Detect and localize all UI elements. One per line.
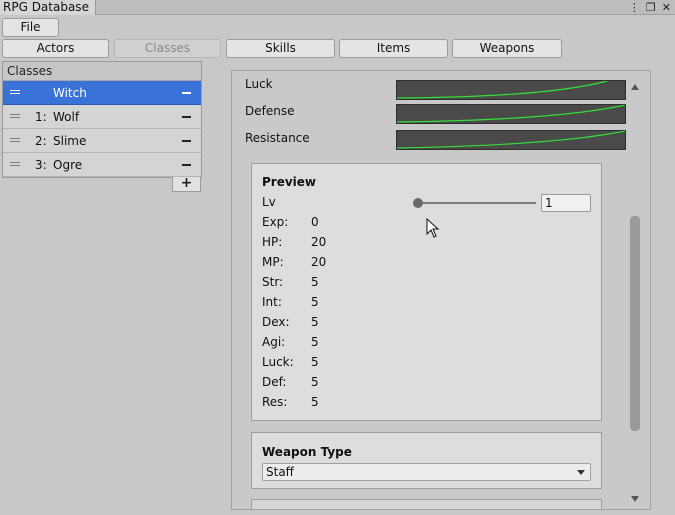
remove-icon[interactable] [182,92,191,94]
tab-items[interactable]: Items [339,39,448,58]
drag-handle-icon[interactable] [10,136,20,144]
level-slider-handle[interactable] [413,198,423,208]
param-label-defense: Defense [245,104,295,118]
stat-value: 20 [311,255,327,269]
stat-label: Dex: [262,315,290,329]
tab-weapons[interactable]: Weapons [452,39,562,58]
stat-label: Agi: [262,335,286,349]
close-icon[interactable]: ✕ [662,1,671,14]
stat-value: 5 [311,295,319,309]
stat-label: Luck: [262,355,294,369]
class-name: Slime [53,134,87,148]
stat-label: Str: [262,275,284,289]
stat-label: Int: [262,295,282,309]
file-button[interactable]: File [2,18,59,37]
level-label: Lv [262,195,276,209]
scroll-up-icon[interactable] [631,84,639,90]
class-list-item-witch[interactable]: Witch [3,81,201,105]
tab-classes[interactable]: Classes [114,39,221,58]
curve-field-defense[interactable] [396,104,626,124]
maximize-icon[interactable]: ❐ [646,1,656,14]
level-input[interactable]: 1 [541,194,591,212]
scrollbar-thumb[interactable] [630,216,640,431]
class-name: Witch [53,86,87,100]
class-list-header: Classes [3,62,201,81]
tab-skills[interactable]: Skills [226,39,335,58]
drag-handle-icon[interactable] [10,160,20,168]
stat-value: 20 [311,235,327,249]
remove-icon[interactable] [182,116,191,118]
weapon-type-section: Weapon Type Staff [251,432,602,489]
param-label-luck: Luck [245,77,273,91]
class-list-item-wolf[interactable]: 1: Wolf [3,105,201,129]
window-titlebar: RPG Database ⋮ ❐ ✕ [0,0,675,15]
scroll-down-icon[interactable] [631,496,639,502]
growth-curve [397,81,608,99]
class-index: 3: [35,158,47,172]
class-list-panel: Classes Witch 1: Wolf 2: Slime 3: Ogre [2,61,202,178]
window-controls: ⋮ ❐ ✕ [629,0,671,15]
class-index: 2: [35,134,47,148]
stat-label: HP: [262,235,283,249]
class-list-item-ogre[interactable]: 3: Ogre [3,153,201,177]
stat-label: Res: [262,395,288,409]
stat-label: Exp: [262,215,289,229]
stat-value: 5 [311,395,319,409]
mouse-cursor-icon [426,218,440,238]
drag-handle-icon[interactable] [10,112,20,120]
weapon-type-dropdown[interactable]: Staff [262,463,591,481]
class-inspector-panel: Luck Defense Resistance Preview Lv 1 Exp… [231,70,651,510]
weapon-type-title: Weapon Type [262,445,352,459]
stat-value: 5 [311,375,319,389]
more-options-icon[interactable]: ⋮ [629,1,640,14]
tab-actors[interactable]: Actors [2,39,109,58]
stat-value: 5 [311,275,319,289]
inspector-scrollbar[interactable] [628,81,642,502]
curve-field-luck[interactable] [396,80,626,100]
stat-label: Def: [262,375,287,389]
class-index: 1: [35,110,47,124]
class-name: Wolf [53,110,80,124]
window-title[interactable]: RPG Database [0,0,96,15]
remove-icon[interactable] [182,164,191,166]
stat-label: MP: [262,255,284,269]
preview-title: Preview [262,175,317,189]
add-class-button[interactable]: + [172,176,201,192]
growth-curve [397,105,625,123]
chevron-down-icon [577,470,585,475]
stat-value: 5 [311,335,319,349]
preview-section: Preview Lv 1 Exp: 0 HP: 20 MP: 20 Str: 5… [251,163,602,421]
stat-value: 5 [311,315,319,329]
stat-value: 0 [311,215,319,229]
param-label-resistance: Resistance [245,131,310,145]
remove-icon[interactable] [182,140,191,142]
drag-handle-icon[interactable] [10,88,20,96]
stat-value: 5 [311,355,319,369]
curve-field-resistance[interactable] [396,130,626,150]
class-list-item-slime[interactable]: 2: Slime [3,129,201,153]
level-slider-track[interactable] [418,202,536,204]
growth-curve [397,131,625,149]
class-name: Ogre [53,158,83,172]
weapon-type-value: Staff [266,465,294,479]
next-section [251,499,602,509]
